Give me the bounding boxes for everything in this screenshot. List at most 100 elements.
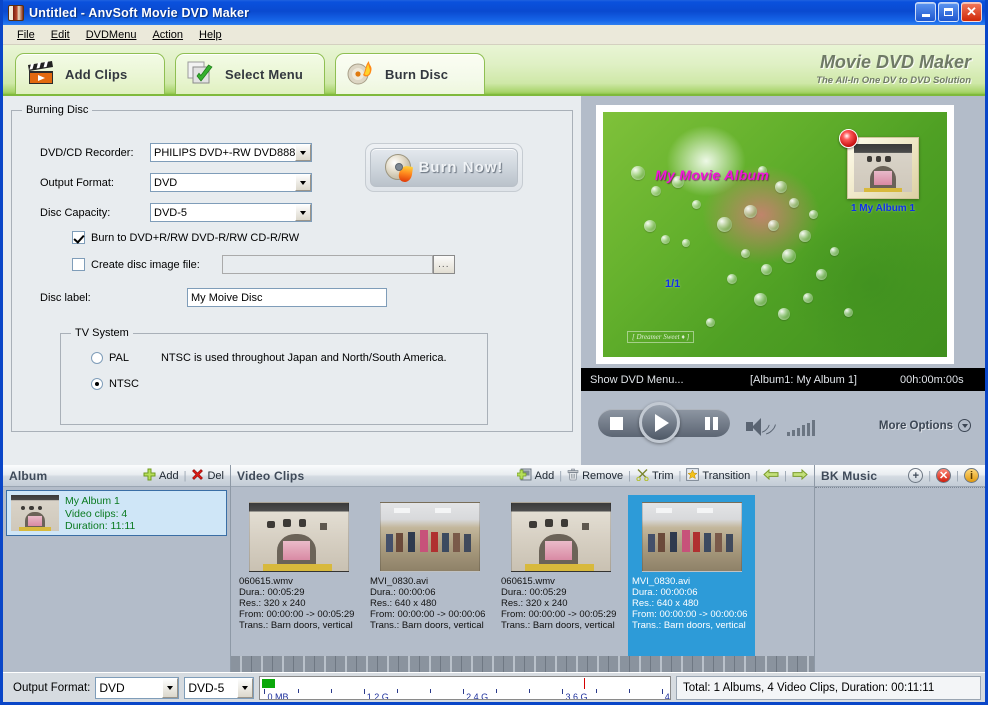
create-image-path-input[interactable] bbox=[221, 255, 433, 274]
menu-album-thumbnail[interactable]: 1 My Album 1 bbox=[839, 129, 919, 214]
pause-button[interactable] bbox=[705, 416, 718, 430]
menu-action[interactable]: Action bbox=[144, 27, 191, 43]
clip-item[interactable]: MVI_0830.avi Dura.: 00:00:06 Res.: 640 x… bbox=[628, 495, 755, 656]
tv-system-note: NTSC is used throughout Japan and North/… bbox=[160, 352, 447, 364]
info-icon[interactable]: i bbox=[964, 468, 979, 483]
clips-remove-button[interactable]: Remove bbox=[567, 468, 623, 484]
create-image-row[interactable]: Create disc image file: ... bbox=[72, 255, 572, 274]
signal-bars-icon[interactable] bbox=[787, 419, 815, 436]
transport-controls: More Options bbox=[581, 399, 985, 459]
remove-music-icon[interactable]: ✕ bbox=[936, 468, 952, 483]
clip-item[interactable]: 060615.wmv Dura.: 00:05:29 Res.: 320 x 2… bbox=[235, 495, 362, 656]
menu-help[interactable]: Help bbox=[191, 27, 230, 43]
capacity-tick-label: 1.2 G bbox=[366, 691, 389, 700]
close-button[interactable]: ✕ bbox=[961, 2, 982, 22]
arrow-left-icon[interactable] bbox=[763, 468, 779, 484]
filmstrip-decoration bbox=[231, 656, 814, 672]
clip-range: From: 00:00:00 -> 00:00:06 bbox=[632, 609, 748, 620]
arrow-right-icon[interactable] bbox=[792, 468, 808, 484]
capacity-tick bbox=[264, 688, 266, 694]
capacity-tick-label: 2.4 G bbox=[466, 691, 489, 700]
music-list[interactable] bbox=[815, 487, 985, 672]
more-options-button[interactable]: More Options bbox=[879, 419, 971, 432]
preview-status-center: [Album1: My Album 1] bbox=[750, 373, 857, 386]
clip-item[interactable]: MVI_0830.avi Dura.: 00:00:06 Res.: 640 x… bbox=[366, 495, 493, 656]
clip-range: From: 00:00:00 -> 00:00:06 bbox=[370, 609, 486, 620]
tab-add-clips[interactable]: Add Clips bbox=[15, 53, 165, 94]
clips-trim-button[interactable]: Trim bbox=[636, 468, 674, 484]
menu-edit[interactable]: Edit bbox=[43, 27, 78, 43]
stop-button[interactable] bbox=[610, 416, 623, 430]
dvd-menu-preview[interactable]: My Movie Album 1/1 [ Dreamer Sweet ♦ ] 1… bbox=[596, 105, 954, 364]
ntsc-radio[interactable] bbox=[91, 378, 103, 390]
add-music-icon[interactable]: + bbox=[908, 468, 924, 483]
clip-name: 060615.wmv bbox=[239, 576, 293, 587]
statusbar-output-format-select[interactable]: DVD bbox=[95, 676, 180, 699]
burn-now-inner: Burn Now! bbox=[370, 148, 518, 187]
clip-transition: Trans.: Barn doors, vertical bbox=[370, 620, 484, 631]
capacity-minor-tick bbox=[529, 688, 531, 693]
burn-to-row[interactable]: Burn to DVD+R/RW DVD-R/RW CD-R/RW bbox=[72, 231, 572, 244]
clip-range: From: 00:00:00 -> 00:05:29 bbox=[239, 609, 355, 620]
brand-title: Movie DVD Maker bbox=[819, 52, 971, 72]
clips-transition-button[interactable]: Transition bbox=[686, 467, 750, 484]
pal-radio[interactable] bbox=[91, 352, 103, 364]
tab-burn-disc[interactable]: Burn Disc bbox=[335, 53, 485, 94]
capacity-minor-tick bbox=[496, 688, 498, 693]
album-del-button[interactable]: Del bbox=[191, 468, 224, 484]
album-item-thumbnail bbox=[11, 495, 59, 531]
clip-transition: Trans.: Barn doors, vertical bbox=[239, 620, 353, 631]
create-image-checkbox[interactable] bbox=[72, 258, 85, 271]
disc-capacity-meter: 0 MB 1.2 G 2.4 G 3.6 G 4.8 G bbox=[259, 675, 671, 700]
recorder-select[interactable]: PHILIPS DVD+-RW DVD888 bbox=[150, 143, 312, 162]
capacity-minor-tick bbox=[297, 688, 299, 693]
clapperboard-icon bbox=[26, 60, 56, 89]
clip-resolution: Res.: 320 x 240 bbox=[239, 598, 306, 609]
maximize-button[interactable] bbox=[938, 2, 959, 22]
clips-remove-label: Remove bbox=[582, 469, 624, 482]
trash-icon bbox=[567, 468, 579, 484]
tv-system-groupbox: TV System PAL NTSC is used throughout Ja… bbox=[60, 327, 488, 425]
tab-select-menu-label: Select Menu bbox=[225, 66, 304, 82]
disc-capacity-select[interactable]: DVD-5 bbox=[150, 203, 312, 222]
capacity-limit-marker bbox=[583, 677, 585, 689]
capacity-tick bbox=[661, 688, 663, 694]
statusbar-capacity-select[interactable]: DVD-5 bbox=[184, 676, 255, 699]
menu-dvdmenu[interactable]: DVDMenu bbox=[78, 27, 145, 43]
clips-list[interactable]: 060615.wmv Dura.: 00:05:29 Res.: 320 x 2… bbox=[231, 487, 814, 656]
menu-action-label: Action bbox=[152, 28, 184, 41]
recorder-value: PHILIPS DVD+-RW DVD888 bbox=[150, 143, 312, 162]
browse-button[interactable]: ... bbox=[432, 255, 455, 274]
total-summary: Total: 1 Albums, 4 Video Clips, Duration… bbox=[676, 675, 981, 700]
output-format-value: DVD bbox=[150, 173, 312, 192]
album-list-item[interactable]: My Album 1 Video clips: 4 Duration: 11:1… bbox=[6, 490, 227, 536]
disc-capacity-value: DVD-5 bbox=[150, 203, 312, 222]
burn-to-checkbox[interactable] bbox=[72, 231, 85, 244]
separator: | bbox=[559, 469, 563, 482]
play-button[interactable] bbox=[639, 402, 680, 443]
clip-item[interactable]: 060615.wmv Dura.: 00:05:29 Res.: 320 x 2… bbox=[497, 495, 624, 656]
volume-icon[interactable] bbox=[746, 416, 779, 438]
clip-resolution: Res.: 640 x 480 bbox=[370, 598, 437, 609]
separator: | bbox=[183, 469, 187, 482]
separator: | bbox=[784, 469, 787, 482]
minimize-button[interactable] bbox=[915, 2, 936, 22]
pal-row[interactable]: PAL NTSC is used throughout Japan and No… bbox=[91, 352, 487, 364]
album-list[interactable]: My Album 1 Video clips: 4 Duration: 11:1… bbox=[3, 487, 230, 672]
clip-transition: Trans.: Barn doors, vertical bbox=[501, 620, 615, 631]
statusbar-output-format-label: Output Format: bbox=[13, 681, 91, 694]
album-add-button[interactable]: Add bbox=[143, 468, 179, 484]
capacity-tick bbox=[363, 688, 365, 694]
disc-label-input[interactable]: My Moive Disc bbox=[187, 288, 387, 307]
output-format-select[interactable]: DVD bbox=[150, 173, 312, 192]
statusbar-output-format-value: DVD bbox=[95, 676, 180, 699]
menu-file[interactable]: File bbox=[9, 27, 43, 43]
ntsc-row[interactable]: NTSC bbox=[91, 378, 487, 390]
pal-label: PAL bbox=[109, 352, 129, 364]
recorder-label: DVD/CD Recorder: bbox=[40, 146, 134, 159]
tab-select-menu[interactable]: Select Menu bbox=[175, 53, 325, 94]
clips-add-button[interactable]: Add bbox=[516, 468, 554, 484]
chevron-down-icon bbox=[958, 419, 971, 432]
burn-now-button[interactable]: Burn Now! bbox=[365, 143, 523, 192]
album-item-name: My Album 1 bbox=[65, 495, 120, 507]
